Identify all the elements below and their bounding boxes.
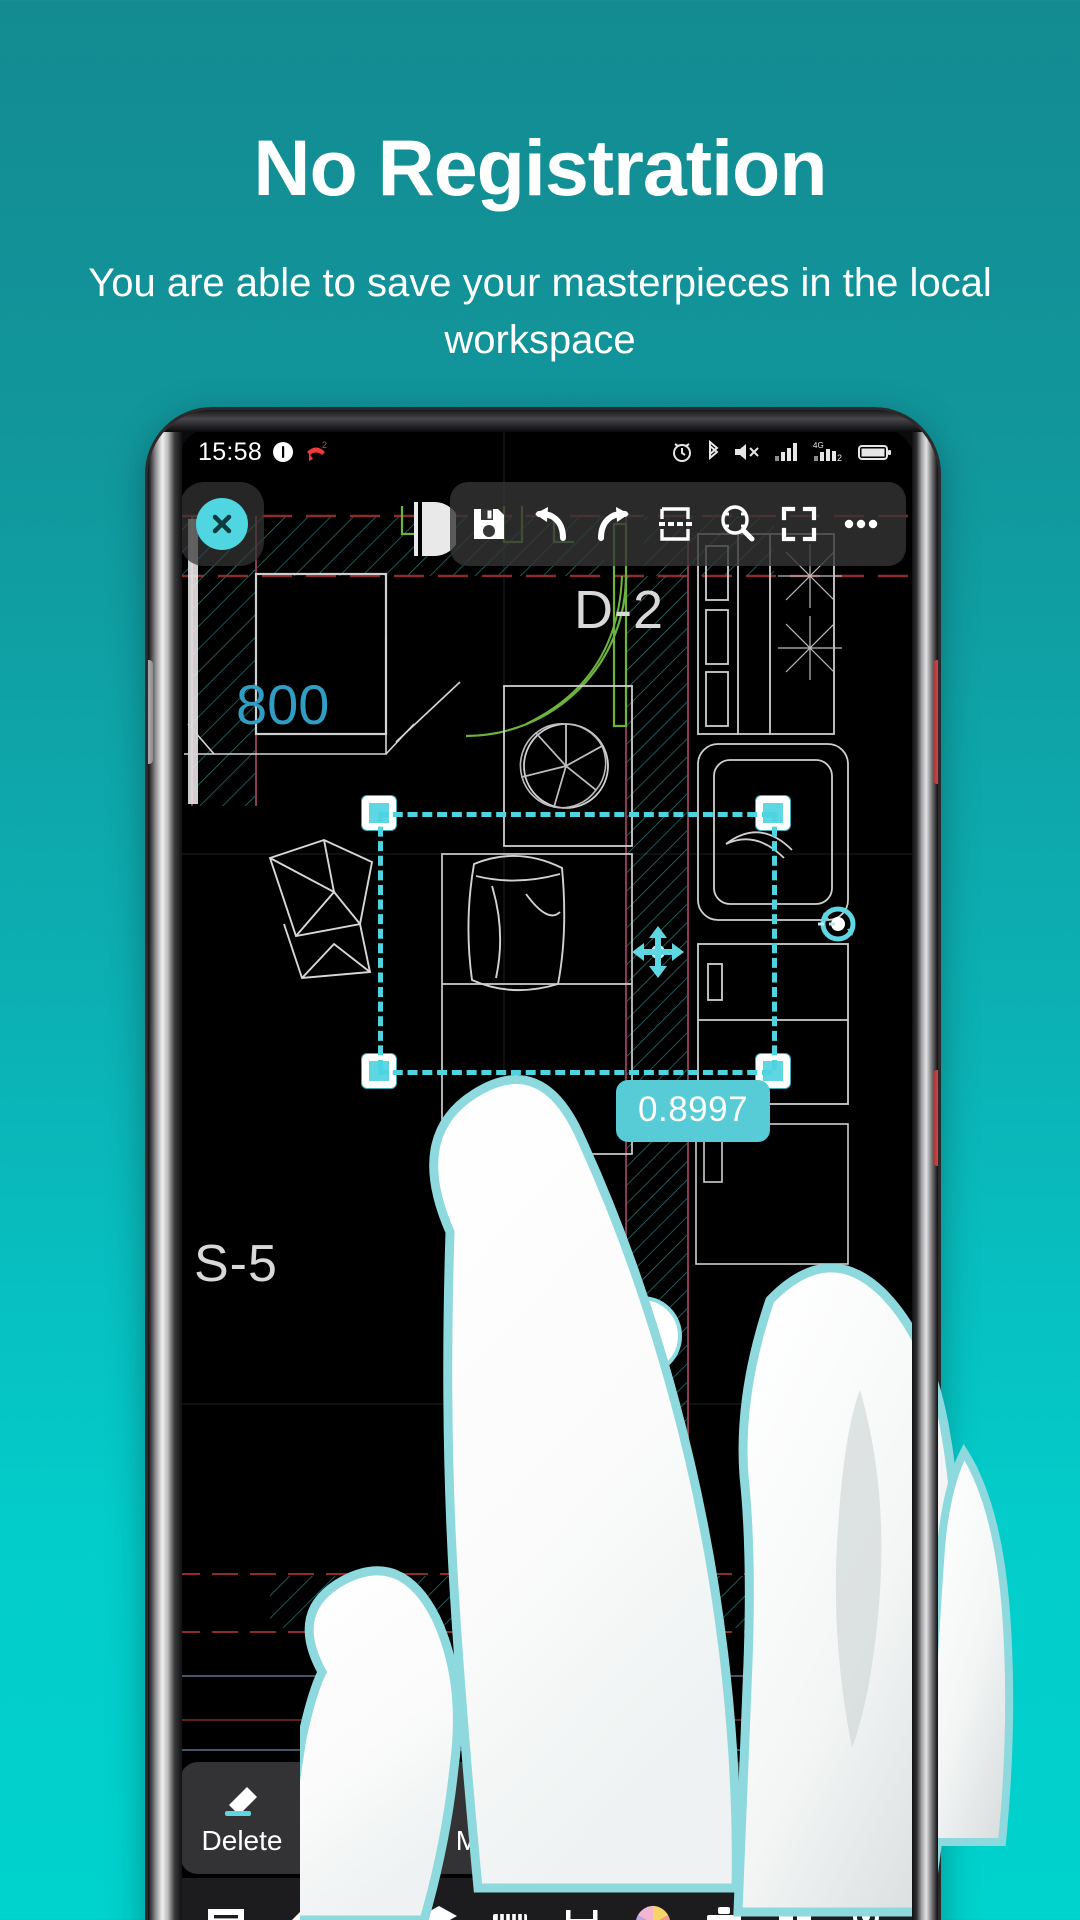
dashed-rectangle-icon [659, 507, 692, 541]
selection-handle-top-right[interactable] [756, 796, 790, 830]
status-right: 4G 2 [670, 440, 892, 464]
color-wheel-icon [844, 1780, 880, 1818]
mirror-label: Mirror [701, 1825, 775, 1856]
polyline-pencil-icon [608, 1304, 649, 1344]
magnifier-icon [721, 505, 755, 542]
rotate-action[interactable]: Rotate [552, 1779, 676, 1857]
context-toolbar: Delete Copy Move Rotate Mirror Color [180, 1762, 918, 1874]
three-dots-icon [844, 519, 878, 529]
copy-action[interactable]: Copy [304, 1779, 428, 1857]
mirror-icon [721, 1781, 755, 1817]
room-label-s5: S-5 [194, 1235, 278, 1293]
status-bar: 15:58 2 4G 2 [174, 424, 918, 480]
page-title: No Registration [253, 123, 827, 212]
undo-arrow-icon [535, 507, 566, 541]
pencil-icon [291, 1907, 313, 1920]
move-cross-icon[interactable] [630, 924, 686, 980]
battery-icon [858, 445, 891, 460]
page-subtitle: You are able to save your masterpieces i… [88, 261, 992, 362]
bottom-nav [174, 1878, 918, 1920]
nav-palette[interactable] [624, 1895, 682, 1920]
alarm-icon [673, 443, 691, 462]
signal-4g-icon: 4G 2 [813, 441, 842, 463]
rotate-arrow-icon [595, 1784, 631, 1817]
volume-mute-icon [735, 444, 759, 460]
layers-icon [421, 1906, 458, 1920]
cad-dimension-800: 800 [236, 673, 329, 736]
top-toolbar [174, 482, 918, 566]
secondary-side-button[interactable] [933, 1070, 938, 1166]
volume-button[interactable] [148, 660, 153, 764]
edit-note-icon [351, 1903, 387, 1920]
phone-screen: 800 D-2 S-5 0.8997 15:58 2 4G 2 Delete C… [174, 424, 918, 1920]
measure-badge: 0.8997 [616, 1080, 771, 1142]
nav-edit[interactable] [339, 1895, 397, 1920]
delete-action[interactable]: Delete [180, 1779, 304, 1857]
selection-handle-bottom-left[interactable] [362, 1054, 396, 1088]
cad-canvas[interactable]: 800 D-2 S-5 0.8997 [174, 424, 918, 1920]
cad-drawing: 800 [174, 424, 918, 1920]
nav-pen[interactable] [268, 1895, 326, 1920]
copy-label: Copy [333, 1825, 399, 1856]
signal-bars-icon [775, 443, 797, 461]
ruler-icon [493, 1914, 528, 1920]
nav-comment[interactable] [197, 1895, 255, 1920]
redo-arrow-icon [598, 507, 629, 541]
move-cross-icon [470, 1779, 510, 1819]
status-time: 15:58 [198, 437, 263, 466]
selection-handle-top-left[interactable] [362, 796, 396, 830]
svg-text:2: 2 [837, 453, 842, 463]
color-action[interactable]: Color [800, 1779, 918, 1857]
info-icon [273, 442, 294, 462]
delete-label: Delete [201, 1825, 283, 1856]
expand-brackets-icon [781, 506, 817, 542]
target-insert-icon [853, 1904, 880, 1920]
close-icon [196, 498, 248, 550]
phone-mockup: 800 D-2 S-5 0.8997 15:58 2 4G 2 Delete C… [148, 410, 938, 1920]
grid-blocks-icon [779, 1908, 812, 1920]
bluetooth-icon [709, 440, 719, 461]
nav-toolbox[interactable] [695, 1895, 753, 1920]
color-wheel-icon [635, 1905, 670, 1920]
dimension-icon [565, 1910, 598, 1920]
redo-button[interactable] [582, 493, 644, 555]
draw-polyline-button[interactable] [602, 1296, 682, 1376]
nav-blocks[interactable] [766, 1895, 824, 1920]
selection-button[interactable] [644, 493, 706, 555]
power-button[interactable] [933, 660, 938, 784]
nav-insert[interactable] [837, 1895, 895, 1920]
more-button[interactable] [830, 493, 892, 555]
nav-layers[interactable] [410, 1895, 468, 1920]
close-button[interactable] [180, 482, 264, 566]
promo-header: No Registration You are able to save you… [0, 0, 1080, 369]
move-label: Move [455, 1825, 525, 1856]
floppy-disk-icon [474, 509, 504, 539]
toolbar-actions [450, 482, 906, 566]
copy-nodes-icon [350, 1783, 379, 1817]
status-left: 15:58 2 [198, 438, 332, 467]
eraser-icon [225, 1787, 257, 1816]
save-button[interactable] [458, 493, 520, 555]
toolbox-icon [706, 1907, 741, 1920]
mirror-action[interactable]: Mirror [676, 1779, 800, 1857]
svg-text:2: 2 [322, 440, 327, 450]
undo-button[interactable] [520, 493, 582, 555]
rotate-handle-icon[interactable] [810, 896, 866, 952]
move-action[interactable]: Move [428, 1779, 552, 1857]
fullscreen-button[interactable] [768, 493, 830, 555]
room-label-d2: D-2 [574, 580, 665, 640]
speech-bubble-icon [207, 1909, 244, 1920]
color-label: Color [828, 1825, 896, 1856]
svg-text:4G: 4G [813, 441, 824, 450]
rotate-label: Rotate [572, 1825, 656, 1856]
zoom-button[interactable] [706, 493, 768, 555]
nav-dimension[interactable] [553, 1895, 611, 1920]
missed-call-icon: 2 [307, 440, 327, 461]
nav-measure[interactable] [481, 1895, 539, 1920]
